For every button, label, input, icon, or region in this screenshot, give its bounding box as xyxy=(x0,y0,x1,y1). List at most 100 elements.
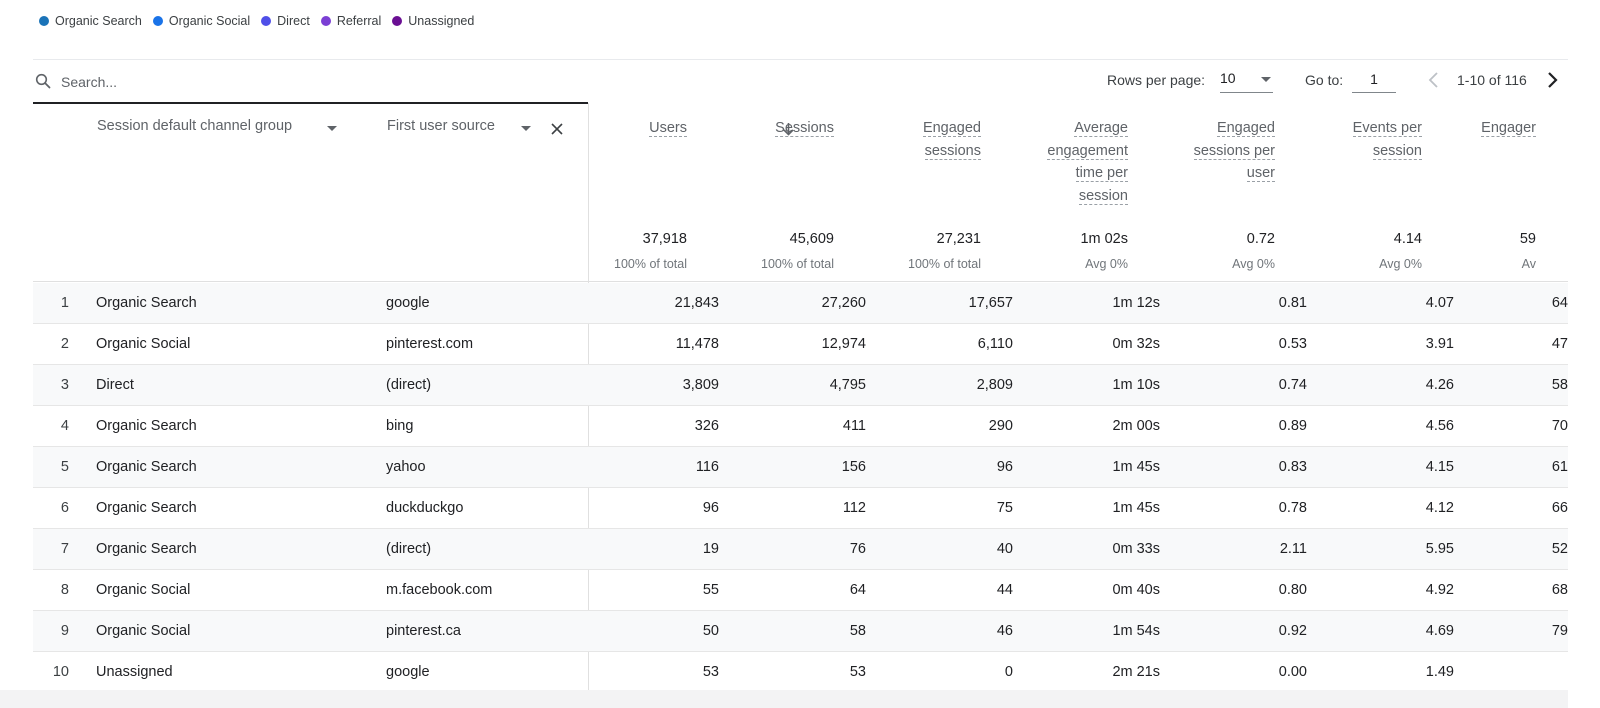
cell-users: 50 xyxy=(702,623,719,639)
legend-dot-icon xyxy=(320,16,331,26)
cell-engaged-sessions-per-user: 0.92 xyxy=(1278,623,1307,639)
cell-users: 96 xyxy=(702,500,719,516)
legend-item-unassigned[interactable]: Unassigned xyxy=(392,14,474,28)
table-row[interactable]: 1 Organic Search google 21,843 27,260 17,657 1… xyxy=(33,283,1568,324)
legend-item-referral[interactable]: Referral xyxy=(320,14,382,28)
column-total-subtext: 100% of total xyxy=(908,257,981,271)
cell-first-user-source: pinterest.com xyxy=(386,336,474,352)
column-header-events-per-session[interactable]: Events per session xyxy=(1352,117,1422,162)
cell-sessions: 76 xyxy=(849,541,866,557)
column-total: 27,231 xyxy=(936,231,981,247)
cell-first-user-source: (direct) xyxy=(386,377,432,393)
table-row[interactable]: 4 Organic Search bing 326 411 290 2m 00s 0.89 4.… xyxy=(33,406,1568,447)
cell-events-per-session: 4.15 xyxy=(1425,459,1454,475)
dimension-header-first-user-source[interactable]: First user source xyxy=(387,118,531,134)
column-header-users[interactable]: Users xyxy=(649,117,687,140)
column-total-subtext: Av xyxy=(1521,257,1536,271)
row-index: 8 xyxy=(60,582,69,598)
sort-descending-icon xyxy=(783,123,794,136)
cell-avg-engagement-time: 1m 54s xyxy=(1112,623,1160,639)
cell-engaged-sessions: 40 xyxy=(996,541,1013,557)
row-index: 6 xyxy=(60,500,69,516)
cell-engaged-sessions-per-user: 0.53 xyxy=(1278,336,1307,352)
chevron-right-icon xyxy=(1548,72,1558,88)
cell-engaged-sessions: 2,809 xyxy=(976,377,1013,393)
column-header-avg-engagement-time[interactable]: Average engagement time per session xyxy=(1047,117,1128,207)
row-index: 4 xyxy=(60,418,69,434)
column-header-label: Engager xyxy=(1481,120,1536,137)
cell-users: 53 xyxy=(702,664,719,680)
row-index: 2 xyxy=(60,336,69,352)
cell-avg-engagement-time: 1m 12s xyxy=(1112,295,1160,311)
column-header-engagement-rate[interactable]: Engager xyxy=(1481,117,1536,140)
cell-engaged-sessions-per-user: 2.11 xyxy=(1279,541,1307,557)
cell-channel-group: Organic Search xyxy=(96,418,197,434)
table-row[interactable]: 9 Organic Social pinterest.ca 50 58 46 1m 54s 0… xyxy=(33,611,1568,652)
column-header-engaged-sessions[interactable]: Engaged sessions xyxy=(922,117,981,162)
legend-dot-icon xyxy=(39,16,49,26)
next-page-button[interactable] xyxy=(1542,68,1564,92)
row-index: 5 xyxy=(60,459,69,475)
cell-avg-engagement-time: 0m 32s xyxy=(1112,336,1160,352)
column-header-engaged-sessions-per-user[interactable]: Engaged sessions per user xyxy=(1193,117,1275,185)
table-row[interactable]: 2 Organic Social pinterest.com 11,478 12,974… xyxy=(33,324,1568,365)
row-index: 3 xyxy=(60,377,69,393)
cell-sessions: 411 xyxy=(842,418,866,434)
page-range: 1-10 of 116 xyxy=(1457,72,1527,88)
previous-page-button[interactable] xyxy=(1423,68,1445,92)
cell-engagement-rate: 47 xyxy=(1551,336,1568,352)
legend-label: Referral xyxy=(336,14,382,28)
cell-avg-engagement-time: 0m 33s xyxy=(1112,541,1160,557)
table-row[interactable]: 7 Organic Search (direct) 19 76 40 0m 33s 2.11 5… xyxy=(33,529,1568,570)
legend-item-direct[interactable]: Direct xyxy=(261,14,310,28)
cell-channel-group: Direct xyxy=(96,377,134,393)
cell-sessions: 156 xyxy=(841,459,866,475)
goto-label: Go to: xyxy=(1305,72,1344,88)
cell-users: 3,809 xyxy=(682,377,719,393)
column-total: 45,609 xyxy=(789,231,834,247)
column-header-label: user xyxy=(1246,165,1275,182)
cell-events-per-session: 4.56 xyxy=(1425,418,1454,434)
cell-engaged-sessions: 290 xyxy=(988,418,1013,434)
cell-engaged-sessions: 17,657 xyxy=(968,295,1013,311)
cell-engaged-sessions-per-user: 0.89 xyxy=(1278,418,1307,434)
cell-channel-group: Organic Search xyxy=(96,459,197,475)
cell-avg-engagement-time: 0m 40s xyxy=(1112,582,1160,598)
column-total-subtext: Avg 0% xyxy=(1085,257,1128,271)
cell-channel-group: Organic Social xyxy=(96,336,191,352)
chevron-left-icon xyxy=(1428,72,1438,88)
cell-events-per-session: 4.92 xyxy=(1425,582,1454,598)
cell-first-user-source: yahoo xyxy=(386,459,426,475)
legend-item-organic-search[interactable]: Organic Search xyxy=(39,14,142,28)
rows-per-page-select[interactable]: 10 xyxy=(1220,66,1273,93)
cell-users: 11,478 xyxy=(675,336,719,352)
dimension-header-channel-group[interactable]: Session default channel group xyxy=(97,118,337,134)
cell-sessions: 12,974 xyxy=(821,336,866,352)
cell-engaged-sessions: 44 xyxy=(996,582,1013,598)
table-row[interactable]: 6 Organic Search duckduckgo 96 112 75 1m 45s 0.… xyxy=(33,488,1568,529)
bottom-edge xyxy=(0,690,1568,708)
table-row[interactable]: 8 Organic Social m.facebook.com 55 64 44 0m 40… xyxy=(33,570,1568,611)
cell-engagement-rate: 70 xyxy=(1551,418,1568,434)
cell-engagement-rate: 58 xyxy=(1551,377,1568,393)
cell-engaged-sessions: 96 xyxy=(996,459,1013,475)
cell-avg-engagement-time: 1m 45s xyxy=(1112,459,1160,475)
goto-page-input[interactable] xyxy=(1352,66,1396,93)
cell-first-user-source: google xyxy=(386,295,430,311)
table-row[interactable]: 5 Organic Search yahoo 116 156 96 1m 45s 0.83 4.… xyxy=(33,447,1568,488)
cell-channel-group: Organic Social xyxy=(96,623,191,639)
cell-avg-engagement-time: 2m 21s xyxy=(1112,664,1160,680)
table-row[interactable]: 10 Unassigned google 53 53 0 2m 21s 0.00 1.49 xyxy=(33,652,1568,693)
cell-first-user-source: bing xyxy=(386,418,414,434)
table-row[interactable]: 3 Direct (direct) 3,809 4,795 2,809 1m 10s 0.74… xyxy=(33,365,1568,406)
cell-engaged-sessions-per-user: 0.74 xyxy=(1278,377,1307,393)
legend-dot-icon xyxy=(392,16,403,26)
cell-channel-group: Organic Search xyxy=(96,500,197,516)
close-icon[interactable] xyxy=(551,123,563,135)
dimension-label: First user source xyxy=(387,118,495,134)
cell-events-per-session: 4.26 xyxy=(1425,377,1454,393)
column-header-label: session xyxy=(1078,187,1128,205)
cell-users: 55 xyxy=(702,582,719,598)
cell-users: 21,843 xyxy=(674,295,719,311)
legend-item-organic-social[interactable]: Organic Social xyxy=(152,14,250,28)
